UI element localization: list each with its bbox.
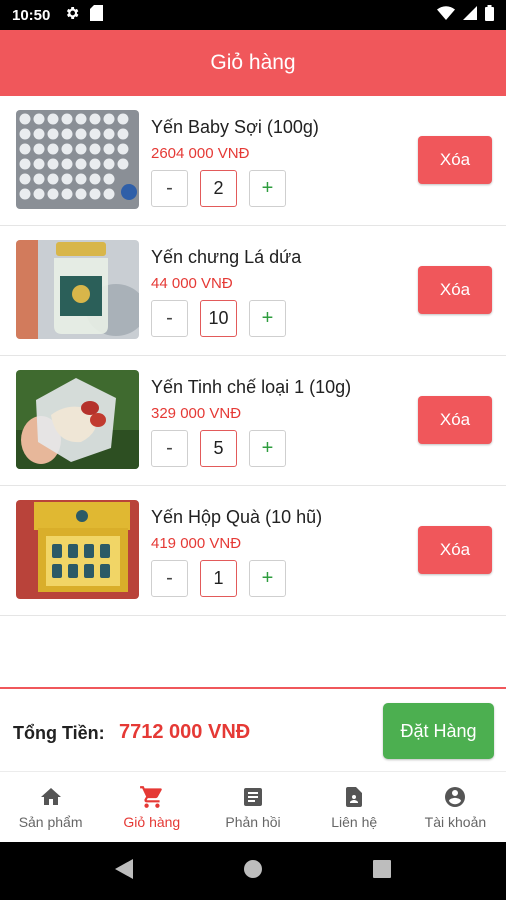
product-price: 44 000 VNĐ <box>151 275 233 292</box>
quantity-value: 2 <box>200 170 237 207</box>
nav-label: Phản hồi <box>225 814 281 830</box>
cart-item: Yến chưng Lá dứa 44 000 VNĐ - 10 + Xóa <box>0 226 506 356</box>
total-amount: 7712 000 VNĐ <box>119 721 251 743</box>
home-icon <box>38 784 64 810</box>
document-icon <box>240 784 266 810</box>
status-bar: 10:50 <box>0 0 506 30</box>
nav-label: Sản phẩm <box>18 814 83 830</box>
increase-quantity-button[interactable]: + <box>249 300 286 337</box>
nav-item-account[interactable]: Tài khoản <box>405 772 506 842</box>
product-price: 329 000 VNĐ <box>151 405 242 422</box>
product-image <box>16 240 139 339</box>
contact-card-icon <box>341 784 367 810</box>
cart-list: Yến Baby Sợi (100g) 2604 000 VNĐ - 2 + X… <box>0 96 506 616</box>
back-icon[interactable] <box>115 858 133 884</box>
sd-card-icon <box>90 4 104 26</box>
delete-item-button[interactable]: Xóa <box>418 266 492 314</box>
nav-item-cart[interactable]: Giỏ hàng <box>101 772 202 842</box>
product-name: Yến Tinh chế loại 1 (10g) <box>151 377 352 397</box>
nav-label: Liên hệ <box>331 814 378 830</box>
product-name: Yến chưng Lá dứa <box>151 247 302 267</box>
increase-quantity-button[interactable]: + <box>249 430 286 467</box>
delete-item-button[interactable]: Xóa <box>418 396 492 444</box>
cart-item: Yến Baby Sợi (100g) 2604 000 VNĐ - 2 + X… <box>0 96 506 226</box>
total-label: Tổng Tiền: <box>13 723 105 743</box>
page-title: Giỏ hàng <box>210 51 296 74</box>
product-image <box>16 370 139 469</box>
delete-item-button[interactable]: Xóa <box>418 136 492 184</box>
delete-item-button[interactable]: Xóa <box>418 526 492 574</box>
app-header: Giỏ hàng <box>0 30 506 96</box>
signal-icon <box>463 5 477 25</box>
order-summary-bar: Tổng Tiền: 7712 000 VNĐ Đặt Hàng <box>0 687 506 771</box>
product-image <box>16 500 139 599</box>
product-name: Yến Baby Sợi (100g) <box>151 117 319 137</box>
quantity-value: 5 <box>200 430 237 467</box>
product-name: Yến Hộp Quà (10 hũ) <box>151 507 323 527</box>
cart-icon <box>139 784 165 810</box>
nav-label: Giỏ hàng <box>123 814 181 830</box>
cart-item: Yến Tinh chế loại 1 (10g) 329 000 VNĐ - … <box>0 356 506 486</box>
settings-gear-icon <box>64 5 80 26</box>
nav-label: Tài khoản <box>424 814 487 830</box>
nav-item-feedback[interactable]: Phản hồi <box>202 772 303 842</box>
status-time: 10:50 <box>12 6 51 24</box>
decrease-quantity-button[interactable]: - <box>151 430 188 467</box>
nav-item-products[interactable]: Sản phẩm <box>0 772 101 842</box>
quantity-value: 1 <box>200 560 237 597</box>
account-icon <box>442 784 468 810</box>
decrease-quantity-button[interactable]: - <box>151 560 188 597</box>
recents-square-icon[interactable] <box>373 859 391 883</box>
cart-item: Yến Hộp Quà (10 hũ) 419 000 VNĐ - 1 + Xó… <box>0 486 506 616</box>
bottom-navigation: Sản phẩm Giỏ hàng Phản hồi Liên hệ Tài k… <box>0 771 506 842</box>
place-order-button[interactable]: Đặt Hàng <box>383 703 494 759</box>
home-circle-icon[interactable] <box>243 859 263 884</box>
wifi-icon <box>437 5 455 25</box>
increase-quantity-button[interactable]: + <box>249 170 286 207</box>
system-navigation-bar <box>0 842 506 900</box>
product-price: 2604 000 VNĐ <box>151 145 250 162</box>
product-price: 419 000 VNĐ <box>151 535 242 552</box>
decrease-quantity-button[interactable]: - <box>151 300 188 337</box>
nav-item-contact[interactable]: Liên hệ <box>304 772 405 842</box>
product-image <box>16 110 139 209</box>
battery-icon <box>485 4 494 26</box>
increase-quantity-button[interactable]: + <box>249 560 286 597</box>
quantity-value: 10 <box>200 300 237 337</box>
decrease-quantity-button[interactable]: - <box>151 170 188 207</box>
